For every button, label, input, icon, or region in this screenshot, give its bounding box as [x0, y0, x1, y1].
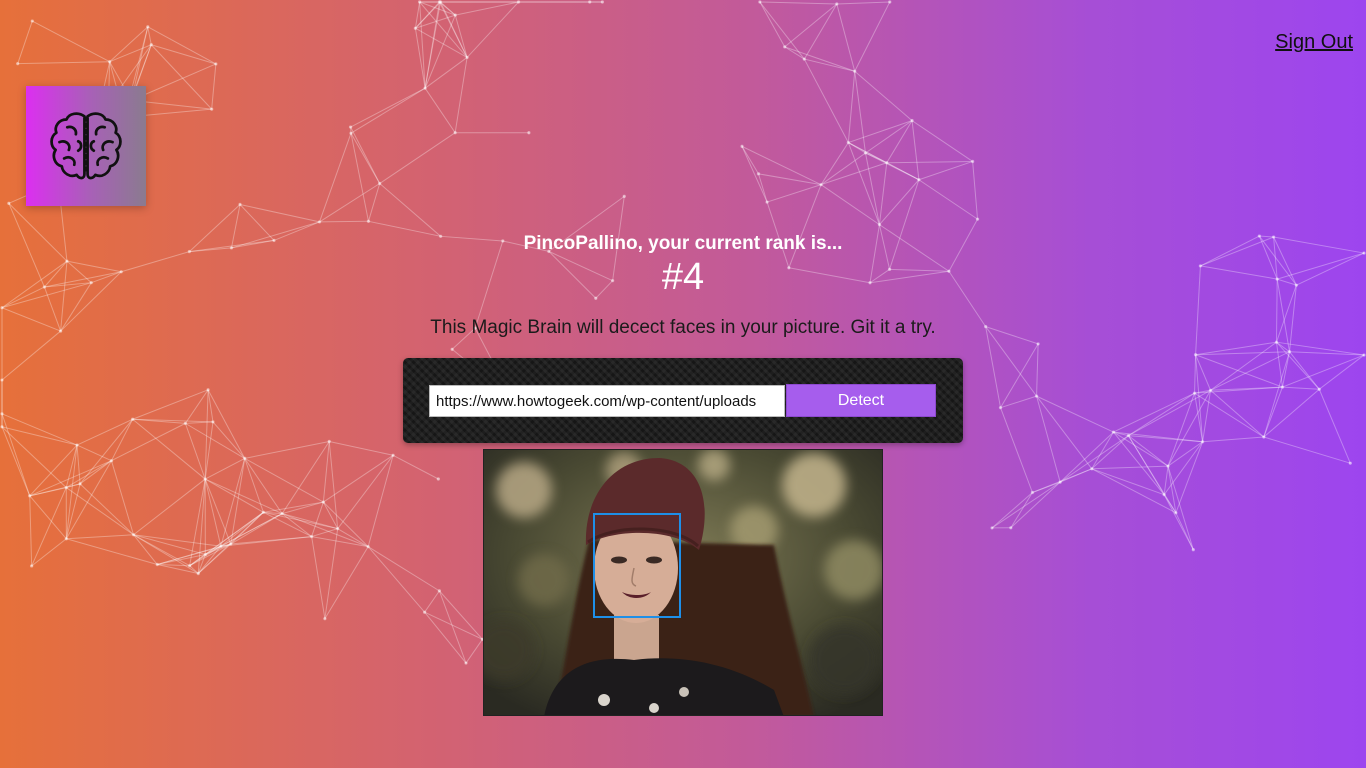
sign-out-link[interactable]: Sign Out — [1275, 31, 1353, 54]
face-bounding-box — [593, 513, 681, 618]
portrait-image — [484, 450, 882, 715]
logo-tile[interactable] — [26, 86, 146, 206]
detect-button[interactable]: Detect — [786, 384, 936, 417]
brain-icon — [50, 112, 122, 180]
input-photo — [483, 449, 883, 716]
image-url-input[interactable] — [429, 385, 785, 417]
rank-value: #4 — [661, 256, 705, 298]
rank-message: PincoPallino, your current rank is... — [523, 233, 843, 254]
image-url-form: Detect — [403, 358, 963, 443]
description-text: This Magic Brain will decect faces in yo… — [430, 317, 936, 338]
